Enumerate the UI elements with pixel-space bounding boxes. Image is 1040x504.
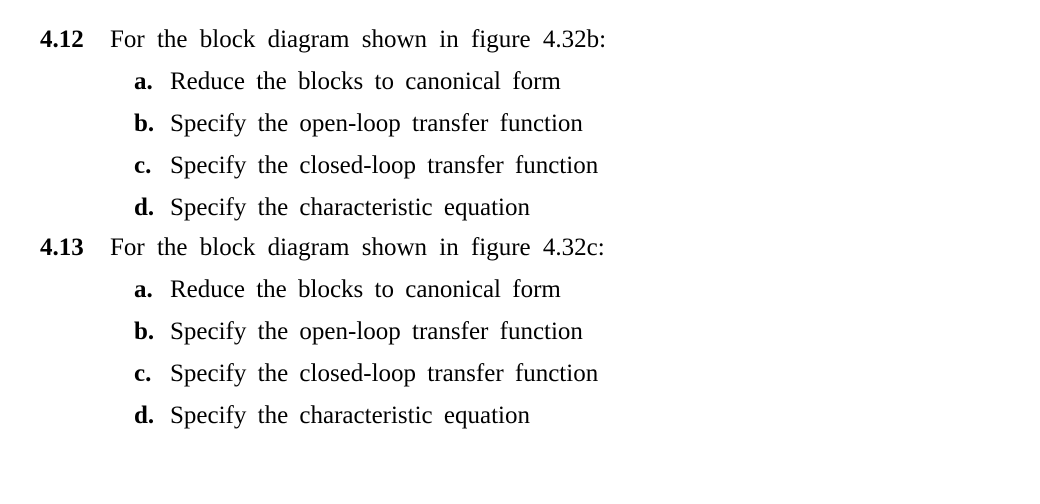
subitem-text: Specify the characteristic equation	[170, 396, 530, 436]
subitem-label: d.	[134, 188, 170, 228]
problem-stem: For the block diagram shown in figure 4.…	[110, 20, 1000, 60]
subitem-text: Reduce the blocks to canonical form	[170, 270, 561, 310]
problem-content: For the block diagram shown in figure 4.…	[110, 228, 1000, 436]
problem-content: For the block diagram shown in figure 4.…	[110, 20, 1000, 228]
subitem-d: d. Specify the characteristic equation	[134, 396, 1000, 436]
subitems: a. Reduce the blocks to canonical form b…	[110, 62, 1000, 228]
problem-stem: For the block diagram shown in figure 4.…	[110, 228, 1000, 268]
subitem-text: Specify the closed-loop transfer functio…	[170, 146, 598, 186]
subitem-label: b.	[134, 104, 170, 144]
subitem-text: Reduce the blocks to canonical form	[170, 62, 561, 102]
subitem-c: c. Specify the closed-loop transfer func…	[134, 354, 1000, 394]
subitem-text: Specify the closed-loop transfer functio…	[170, 354, 598, 394]
subitem-a: a. Reduce the blocks to canonical form	[134, 62, 1000, 102]
subitem-label: b.	[134, 312, 170, 352]
subitems: a. Reduce the blocks to canonical form b…	[110, 270, 1000, 436]
subitem-text: Specify the characteristic equation	[170, 188, 530, 228]
subitem-label: c.	[134, 146, 170, 186]
subitem-c: c. Specify the closed-loop transfer func…	[134, 146, 1000, 186]
problem-number: 4.12	[40, 20, 110, 60]
problem-number: 4.13	[40, 228, 110, 268]
subitem-d: d. Specify the characteristic equation	[134, 188, 1000, 228]
subitem-text: Specify the open-loop transfer function	[170, 104, 583, 144]
subitem-label: c.	[134, 354, 170, 394]
subitem-b: b. Specify the open-loop transfer functi…	[134, 104, 1000, 144]
subitem-label: a.	[134, 270, 170, 310]
problem-4-13: 4.13 For the block diagram shown in figu…	[40, 228, 1000, 436]
subitem-a: a. Reduce the blocks to canonical form	[134, 270, 1000, 310]
subitem-label: a.	[134, 62, 170, 102]
subitem-label: d.	[134, 396, 170, 436]
problem-4-12: 4.12 For the block diagram shown in figu…	[40, 20, 1000, 228]
subitem-text: Specify the open-loop transfer function	[170, 312, 583, 352]
subitem-b: b. Specify the open-loop transfer functi…	[134, 312, 1000, 352]
problem-list: 4.12 For the block diagram shown in figu…	[40, 20, 1000, 436]
